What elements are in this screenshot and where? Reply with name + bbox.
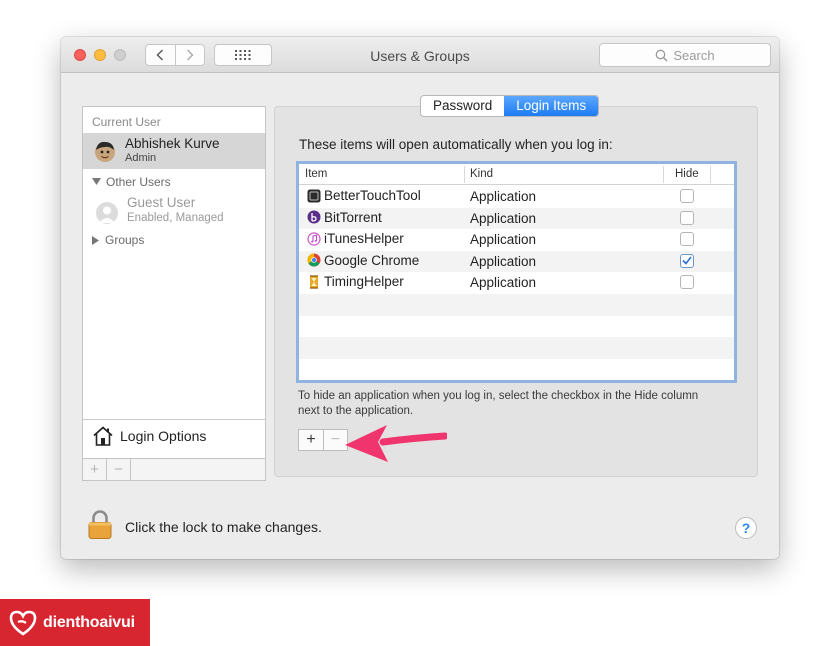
table-empty-row <box>299 359 734 380</box>
login-items-table: Item Kind Hide BetterTouchTool Applicati… <box>296 161 737 383</box>
table-row[interactable]: BitTorrent Application <box>299 207 734 230</box>
column-separator <box>663 166 664 183</box>
disclosure-triangle-right-icon <box>92 235 99 245</box>
item-kind: Application <box>470 253 537 269</box>
current-user-header: Current User <box>92 115 161 129</box>
bettertouchtool-icon <box>307 189 321 203</box>
item-name: TimingHelper <box>324 274 404 290</box>
tab-password[interactable]: Password <box>421 96 504 116</box>
groups-header: Groups <box>105 233 145 247</box>
table-empty-row <box>299 316 734 338</box>
search-icon <box>656 49 668 62</box>
table-row[interactable]: TimingHelper Application <box>299 272 734 294</box>
guest-avatar-icon <box>96 202 118 224</box>
help-button[interactable]: ? <box>735 517 757 539</box>
users-groups-window: Users & Groups Search Current User Abhis… <box>61 37 779 559</box>
hide-checkbox[interactable] <box>680 232 694 247</box>
table-header: Item Kind Hide <box>299 164 734 185</box>
table-empty-row <box>299 337 734 359</box>
table-row[interactable]: iTunesHelper Application <box>299 229 734 251</box>
hide-checkbox[interactable] <box>680 210 694 225</box>
column-header-hide[interactable]: Hide <box>675 168 699 180</box>
users-sidebar: Current User Abhishek Kurve Admin Other … <box>82 106 266 459</box>
item-kind: Application <box>470 275 537 291</box>
hide-checkbox[interactable] <box>680 253 694 268</box>
hide-checkbox[interactable] <box>680 189 694 203</box>
search-field[interactable]: Search <box>599 43 771 67</box>
lock-message: Click the lock to make changes. <box>125 519 322 535</box>
table-row[interactable]: Google Chrome Application <box>299 250 734 273</box>
brand-name: dienthoaivui <box>43 613 135 631</box>
item-name: BitTorrent <box>324 209 382 225</box>
item-name: iTunesHelper <box>324 231 404 247</box>
column-header-kind[interactable]: Kind <box>470 168 493 180</box>
sidebar-button-bar: + − <box>82 459 266 481</box>
login-options-label: Login Options <box>120 428 207 444</box>
guest-user-name[interactable]: Guest User <box>127 195 195 210</box>
login-items-intro: These items will open automatically when… <box>299 137 613 152</box>
add-user-button[interactable]: + <box>83 459 107 480</box>
item-cell: iTunesHelper <box>307 231 404 246</box>
disclosure-triangle-down-icon <box>92 178 101 185</box>
heart-hand-logo-icon <box>9 610 37 636</box>
table-row[interactable]: BetterTouchTool Application <box>299 186 734 208</box>
item-cell: BitTorrent <box>307 210 382 225</box>
add-login-item-button[interactable]: + <box>299 430 323 450</box>
sidebar-item-current-user[interactable]: Abhishek Kurve Admin <box>83 133 265 169</box>
brand-watermark: dienthoaivui <box>0 599 150 646</box>
login-items-button-bar: + − <box>298 429 348 451</box>
item-kind: Application <box>470 232 537 248</box>
login-options-item[interactable]: Login Options <box>92 426 206 446</box>
column-separator <box>464 166 465 183</box>
title-bar: Users & Groups Search <box>61 37 779 73</box>
groups-section[interactable]: Groups <box>92 233 144 247</box>
item-cell: TimingHelper <box>307 274 404 289</box>
current-user-role: Admin <box>125 152 157 164</box>
item-kind: Application <box>470 210 537 226</box>
sidebar-divider <box>83 419 265 420</box>
other-users-header: Other Users <box>106 175 171 189</box>
lock-icon[interactable] <box>87 510 113 540</box>
item-name: BetterTouchTool <box>324 188 421 203</box>
column-header-item[interactable]: Item <box>305 168 327 180</box>
guest-user-status: Enabled, Managed <box>127 212 224 224</box>
remove-user-button[interactable]: − <box>107 459 131 480</box>
item-cell: BetterTouchTool <box>307 188 421 203</box>
house-icon <box>93 426 113 446</box>
tab-bar: Password Login Items <box>420 95 600 117</box>
hide-hint-text: To hide an application when you log in, … <box>298 390 699 417</box>
itunes-icon <box>307 232 321 246</box>
other-users-section[interactable]: Other Users <box>92 175 171 189</box>
timing-icon <box>307 275 321 289</box>
chrome-icon <box>307 253 321 267</box>
annotation-arrow-icon <box>345 425 447 462</box>
item-name: Google Chrome <box>324 252 420 268</box>
item-cell: Google Chrome <box>307 253 419 268</box>
user-avatar-icon <box>95 141 115 162</box>
column-separator <box>710 166 711 183</box>
item-kind: Application <box>470 189 537 204</box>
tab-login-items[interactable]: Login Items <box>504 96 599 116</box>
current-user-name: Abhishek Kurve <box>125 136 220 151</box>
search-placeholder: Search <box>673 47 715 63</box>
table-empty-row <box>299 294 734 316</box>
hide-checkbox[interactable] <box>680 275 694 290</box>
bittorrent-icon <box>307 210 321 224</box>
checkmark-icon <box>682 256 692 266</box>
